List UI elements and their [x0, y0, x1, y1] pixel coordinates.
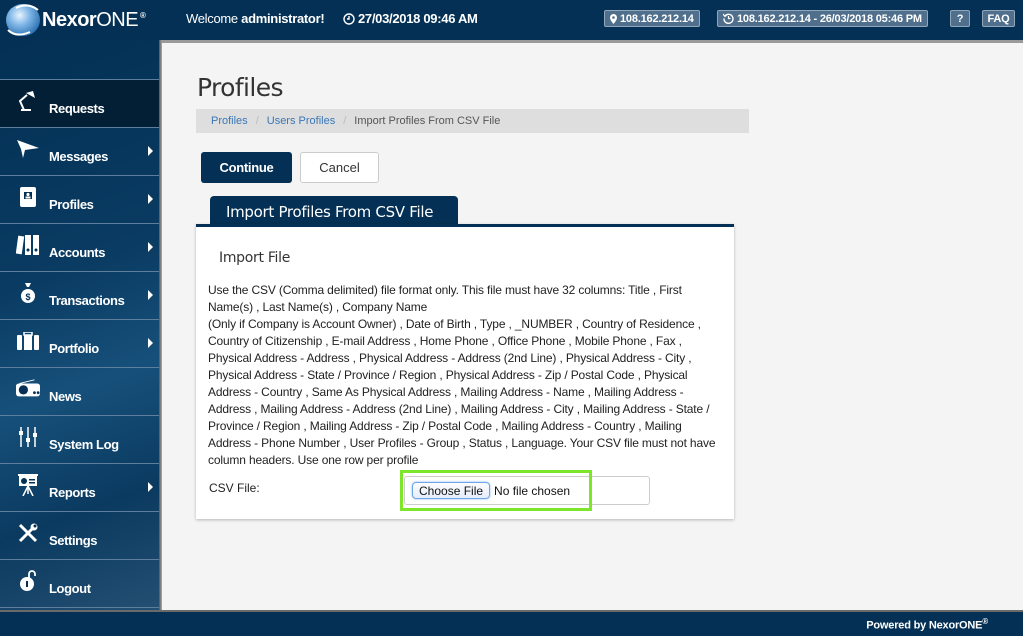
address-book-icon — [16, 186, 40, 208]
sidebar-item-label: Transactions — [49, 293, 125, 308]
sidebar-item-label: System Log — [49, 437, 119, 452]
sidebar-item-label: Reports — [49, 485, 96, 500]
help-button[interactable]: ? — [950, 10, 970, 27]
main-content: Profiles Profiles / Users Profiles / Imp… — [162, 40, 1023, 610]
faq-label: FAQ — [987, 12, 1010, 25]
paper-plane-icon — [16, 138, 40, 160]
sidebar-item-profiles[interactable]: Profiles — [0, 176, 159, 224]
powered-by: Powered by NexorONE® — [866, 617, 988, 632]
chevron-right-icon — [148, 242, 153, 252]
briefcase-icon — [16, 330, 40, 352]
sidebar-item-label: Settings — [49, 533, 98, 548]
instructions-line-1: Use the CSV (Comma delimited) file forma… — [208, 283, 682, 314]
breadcrumb-separator: / — [343, 115, 347, 127]
tools-icon — [16, 522, 40, 544]
brand-thin: ONE — [96, 8, 139, 31]
history-icon — [723, 13, 734, 24]
presentation-board-icon — [16, 474, 40, 496]
sidebar-item-reports[interactable]: Reports — [0, 464, 159, 512]
cancel-button[interactable]: Cancel — [300, 152, 379, 183]
footer-registered-mark: ® — [982, 617, 988, 626]
sidebar-item-messages[interactable]: Messages — [0, 128, 159, 176]
csv-file-label: CSV File: — [209, 481, 260, 495]
faq-button[interactable]: FAQ — [982, 10, 1015, 27]
chevron-right-icon — [148, 194, 153, 204]
ip-address-badge: 108.162.212.14 — [604, 10, 700, 27]
map-pin-icon — [610, 13, 617, 24]
sidebar-header — [0, 40, 159, 80]
sidebar-item-requests[interactable]: Requests — [0, 80, 159, 128]
sliders-icon — [16, 426, 40, 448]
globe-logo-icon — [6, 4, 40, 36]
instructions-line-2: (Only if Company is Account Owner) , Dat… — [208, 317, 716, 467]
money-bag-icon: $ — [16, 282, 40, 304]
sidebar-item-transactions[interactable]: $ Transactions — [0, 272, 159, 320]
breadcrumb-separator: / — [255, 115, 259, 127]
datetime-text: 27/03/2018 09:46 AM — [358, 11, 478, 26]
welcome-user: administrator! — [241, 11, 325, 26]
radio-icon — [16, 378, 40, 400]
sidebar-item-system-log[interactable]: System Log — [0, 416, 159, 464]
desk-lamp-icon — [16, 90, 40, 112]
last-login-text: 108.162.212.14 - 26/03/2018 05:46 PM — [737, 12, 922, 25]
sidebar-item-label: News — [49, 389, 82, 404]
page-title: Profiles — [197, 73, 284, 102]
welcome-prefix: Welcome — [186, 11, 242, 26]
sidebar-item-logout[interactable]: Logout — [0, 560, 159, 608]
welcome-message: Welcome administrator! — [186, 11, 325, 26]
ip-address-text: 108.162.212.14 — [620, 12, 694, 25]
unlocked-padlock-icon — [16, 570, 40, 592]
nexorone-logo[interactable]: NexorONE ® — [6, 3, 146, 37]
powered-by-text: Powered by NexorONE — [866, 619, 983, 632]
sidebar-item-label: Profiles — [49, 197, 94, 212]
brand-bold: Nexor — [42, 8, 97, 31]
help-label: ? — [956, 12, 964, 25]
chevron-right-icon — [148, 290, 153, 300]
binders-icon — [16, 234, 40, 256]
breadcrumb-current: Import Profiles From CSV File — [354, 115, 501, 127]
sidebar-item-label: Logout — [49, 581, 91, 596]
chevron-right-icon — [148, 146, 153, 156]
sidebar-item-label: Portfolio — [49, 341, 99, 356]
panel-heading: Import File — [219, 250, 291, 266]
csv-file-input[interactable]: Choose File No file chosen — [404, 476, 650, 505]
sidebar-item-settings[interactable]: Settings — [0, 512, 159, 560]
breadcrumb: Profiles / Users Profiles / Import Profi… — [196, 109, 749, 133]
last-login-badge: 108.162.212.14 - 26/03/2018 05:46 PM — [717, 10, 928, 27]
registered-mark: ® — [140, 10, 146, 20]
continue-button[interactable]: Continue — [201, 152, 292, 183]
sidebar: Requests Messages Profiles Accounts $ Tr… — [0, 40, 159, 610]
footer: Powered by NexorONE® — [0, 610, 1023, 636]
breadcrumb-profiles[interactable]: Profiles — [211, 115, 248, 127]
clock-icon — [343, 13, 355, 25]
current-datetime: 27/03/2018 09:46 AM — [343, 11, 478, 26]
file-status-text: No file chosen — [494, 483, 571, 498]
sidebar-item-label: Messages — [49, 149, 108, 164]
chevron-right-icon — [148, 338, 153, 348]
sidebar-item-accounts[interactable]: Accounts — [0, 224, 159, 272]
import-panel: Import File Use the CSV (Comma delimited… — [196, 224, 734, 519]
chevron-right-icon — [148, 482, 153, 492]
breadcrumb-users-profiles[interactable]: Users Profiles — [267, 115, 335, 127]
top-bar: NexorONE ® Welcome administrator! 27/03/2… — [0, 0, 1023, 40]
sidebar-item-portfolio[interactable]: Portfolio — [0, 320, 159, 368]
svg-text:$: $ — [25, 292, 30, 302]
choose-file-button[interactable]: Choose File — [412, 482, 491, 499]
panel-tab-import-csv[interactable]: Import Profiles From CSV File — [210, 196, 458, 224]
import-instructions: Use the CSV (Comma delimited) file forma… — [208, 282, 723, 469]
brand-name: NexorONE ® — [42, 8, 146, 32]
sidebar-item-label: Requests — [49, 101, 105, 116]
sidebar-item-label: Accounts — [49, 245, 106, 260]
sidebar-item-news[interactable]: News — [0, 368, 159, 416]
